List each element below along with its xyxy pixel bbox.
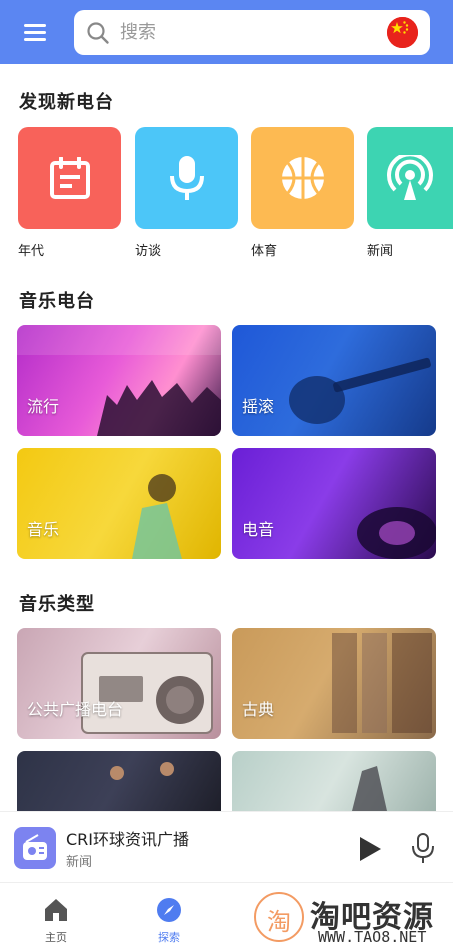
music-card-rock-label: 摇滚 [242,397,275,416]
watermark-url: WWW.TAO8.NET [318,928,427,946]
discover-label-sports: 体育 [251,244,278,259]
section-title-music-radio: 音乐电台 [19,291,95,312]
watermark-logo: 淘 [254,892,304,942]
search-bar[interactable] [74,10,430,55]
nav-explore[interactable]: 探索 [139,893,199,944]
music-card-rock[interactable]: 摇滚 [232,325,436,436]
nav-home-label: 主页 [45,931,67,944]
nav-home[interactable]: 主页 [26,893,86,944]
player-station-category: 新闻 [66,855,93,870]
basketball-icon [281,157,324,199]
voice-search-icon[interactable] [410,832,436,864]
country-flag-icon[interactable] [387,17,418,48]
dj-turntable-image [357,507,436,559]
headphone-girl-image [132,474,182,559]
music-card-live[interactable] [232,751,436,811]
discover-card-sports[interactable] [251,127,354,229]
music-card-music[interactable]: 音乐 [17,448,221,559]
discover-card-news[interactable] [367,127,453,229]
dancers-image [110,762,174,780]
discover-label-era: 年代 [18,244,45,259]
live-singer-image [352,766,387,811]
discover-card-talk[interactable] [135,127,238,229]
music-card-classical-label: 古典 [242,700,275,719]
player-station-title: CRI环球资讯广播 [66,830,190,849]
music-card-classical[interactable]: 古典 [232,628,436,739]
nav-explore-label: 探索 [158,931,180,944]
vinyl-records-image [332,633,432,733]
section-title-music-types: 音乐类型 [19,594,95,615]
music-card-edm-label: 电音 [242,520,275,539]
home-icon [45,899,67,921]
discover-label-talk: 访谈 [135,244,162,259]
microphone-icon [169,156,204,200]
menu-icon[interactable] [24,22,50,42]
music-card-public-radio-label: 公共广播电台 [27,700,124,719]
compass-icon [157,898,181,922]
calendar-icon [49,157,90,199]
music-card-public-radio[interactable]: 公共广播电台 [17,628,221,739]
boombox-image [81,652,213,734]
music-card-dance[interactable] [17,751,221,811]
watermark-logo-char: 淘 [267,908,291,936]
discover-label-news: 新闻 [367,244,394,259]
play-icon[interactable] [356,835,384,863]
concert-crowd-image [17,325,221,436]
music-card-pop-label: 流行 [27,397,60,416]
broadcast-icon [387,155,433,200]
discover-card-era[interactable] [18,127,121,229]
music-card-edm[interactable]: 电音 [232,448,436,559]
mini-player[interactable]: CRI环球资讯广播 新闻 [0,811,453,881]
station-logo-icon [14,827,56,869]
search-icon [87,22,109,44]
music-card-pop[interactable]: 流行 [17,325,221,436]
music-card-music-label: 音乐 [27,520,60,539]
section-title-discover: 发现新电台 [19,92,114,113]
top-app-bar [0,0,453,64]
guitar-image [289,357,431,424]
search-input[interactable] [120,20,360,45]
